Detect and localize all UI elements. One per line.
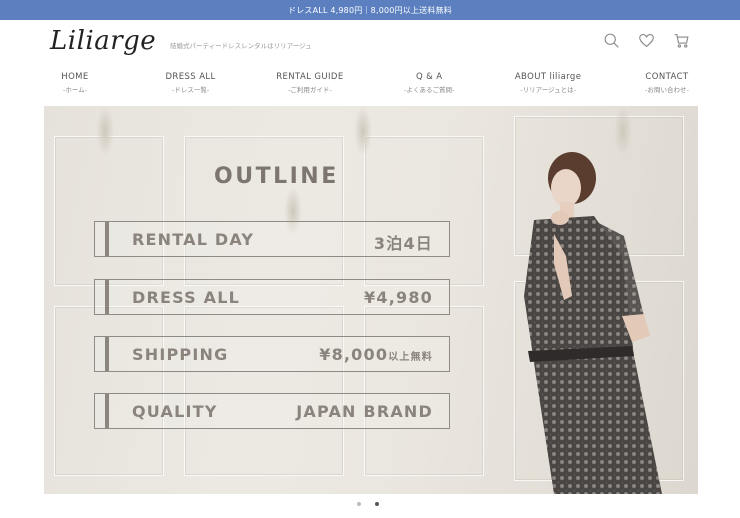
row-label: DRESS ALL	[132, 288, 241, 307]
row-value: ¥8,000以上無料	[319, 345, 433, 364]
wall-ornament	[354, 106, 372, 156]
nav-sublabel: -お問い合わせ-	[645, 86, 689, 94]
row-value-main: ¥4,980	[364, 288, 433, 307]
cart-icon[interactable]	[673, 32, 690, 49]
wall-panel	[54, 306, 164, 476]
nav-item-about[interactable]: ABOUT liliarge -リリアージュとは-	[515, 72, 582, 98]
logo-text: Liliarge	[50, 26, 157, 56]
row-value: ¥4,980	[364, 288, 433, 307]
wall-panel	[184, 306, 344, 476]
nav-label: ABOUT liliarge	[514, 72, 582, 82]
wall-panel	[364, 136, 484, 286]
heart-icon[interactable]	[638, 32, 655, 49]
carousel-dots	[357, 502, 379, 506]
site-logo[interactable]: Liliarge	[50, 26, 156, 56]
row-value-main: 3泊4日	[373, 234, 433, 253]
site-header: Liliarge 結婚式パーティードレスレンタルはリリアージュ	[0, 20, 740, 70]
hero-banner[interactable]: OUTLINE RENTAL DAY 3泊4日 DRESS ALL ¥4,980…	[44, 106, 698, 494]
carousel-dot-2[interactable]	[375, 502, 379, 506]
nav-sublabel: -ドレス一覧-	[171, 86, 210, 94]
outline-row-shipping: SHIPPING ¥8,000以上無料	[94, 336, 450, 372]
row-value: 3泊4日	[374, 230, 433, 254]
wall-panel	[184, 136, 344, 286]
site-tagline: 結婚式パーティードレスレンタルはリリアージュ	[170, 42, 312, 50]
nav-item-dress-all[interactable]: DRESS ALL -ドレス一覧-	[161, 72, 221, 98]
hero-title: OUTLINE	[214, 164, 339, 189]
search-icon[interactable]	[603, 32, 620, 49]
nav-sublabel: -よくあるご質問-	[404, 86, 455, 94]
nav-sublabel: -リリアージュとは-	[520, 86, 576, 94]
row-label: QUALITY	[132, 402, 218, 421]
row-value-main: ¥8,000	[319, 345, 389, 364]
row-value-main: JAPAN BRAND	[296, 402, 433, 421]
outline-row-rental-day: RENTAL DAY 3泊4日	[94, 221, 450, 257]
nav-item-rental-guide[interactable]: RENTAL GUIDE -ご利用ガイド-	[276, 72, 343, 98]
wall-panel	[54, 136, 164, 286]
carousel-dot-1[interactable]	[357, 502, 361, 506]
nav-label: HOME	[61, 72, 89, 82]
announcement-bar: ドレスALL 4,980円｜8,000円以上送料無料	[0, 0, 740, 20]
model-photo	[524, 152, 662, 494]
nav-sublabel: -ご利用ガイド-	[288, 86, 332, 94]
nav-label: CONTACT	[645, 72, 689, 82]
nav-item-home[interactable]: HOME -ホーム-	[45, 72, 105, 98]
row-label: SHIPPING	[132, 345, 229, 364]
nav-item-contact[interactable]: CONTACT -お問い合わせ-	[637, 72, 697, 98]
outline-row-quality: QUALITY JAPAN BRAND	[94, 393, 450, 429]
nav-sublabel: -ホーム-	[63, 86, 87, 94]
row-value: JAPAN BRAND	[296, 402, 433, 421]
nav-item-qa[interactable]: Q & A -よくあるご質問-	[399, 72, 459, 98]
wall-ornament	[96, 106, 114, 156]
main-nav: HOME -ホーム- DRESS ALL -ドレス一覧- RENTAL GUID…	[45, 72, 697, 98]
nav-label: Q & A	[415, 72, 443, 82]
announcement-text: ドレスALL 4,980円｜8,000円以上送料無料	[288, 5, 452, 15]
row-value-suffix: 以上無料	[388, 352, 433, 363]
outline-row-dress-all: DRESS ALL ¥4,980	[94, 279, 450, 315]
nav-label: DRESS ALL	[165, 72, 216, 82]
header-icons	[603, 32, 690, 49]
wall-panel	[364, 306, 484, 476]
row-label: RENTAL DAY	[132, 230, 255, 249]
nav-label: RENTAL GUIDE	[276, 72, 344, 82]
